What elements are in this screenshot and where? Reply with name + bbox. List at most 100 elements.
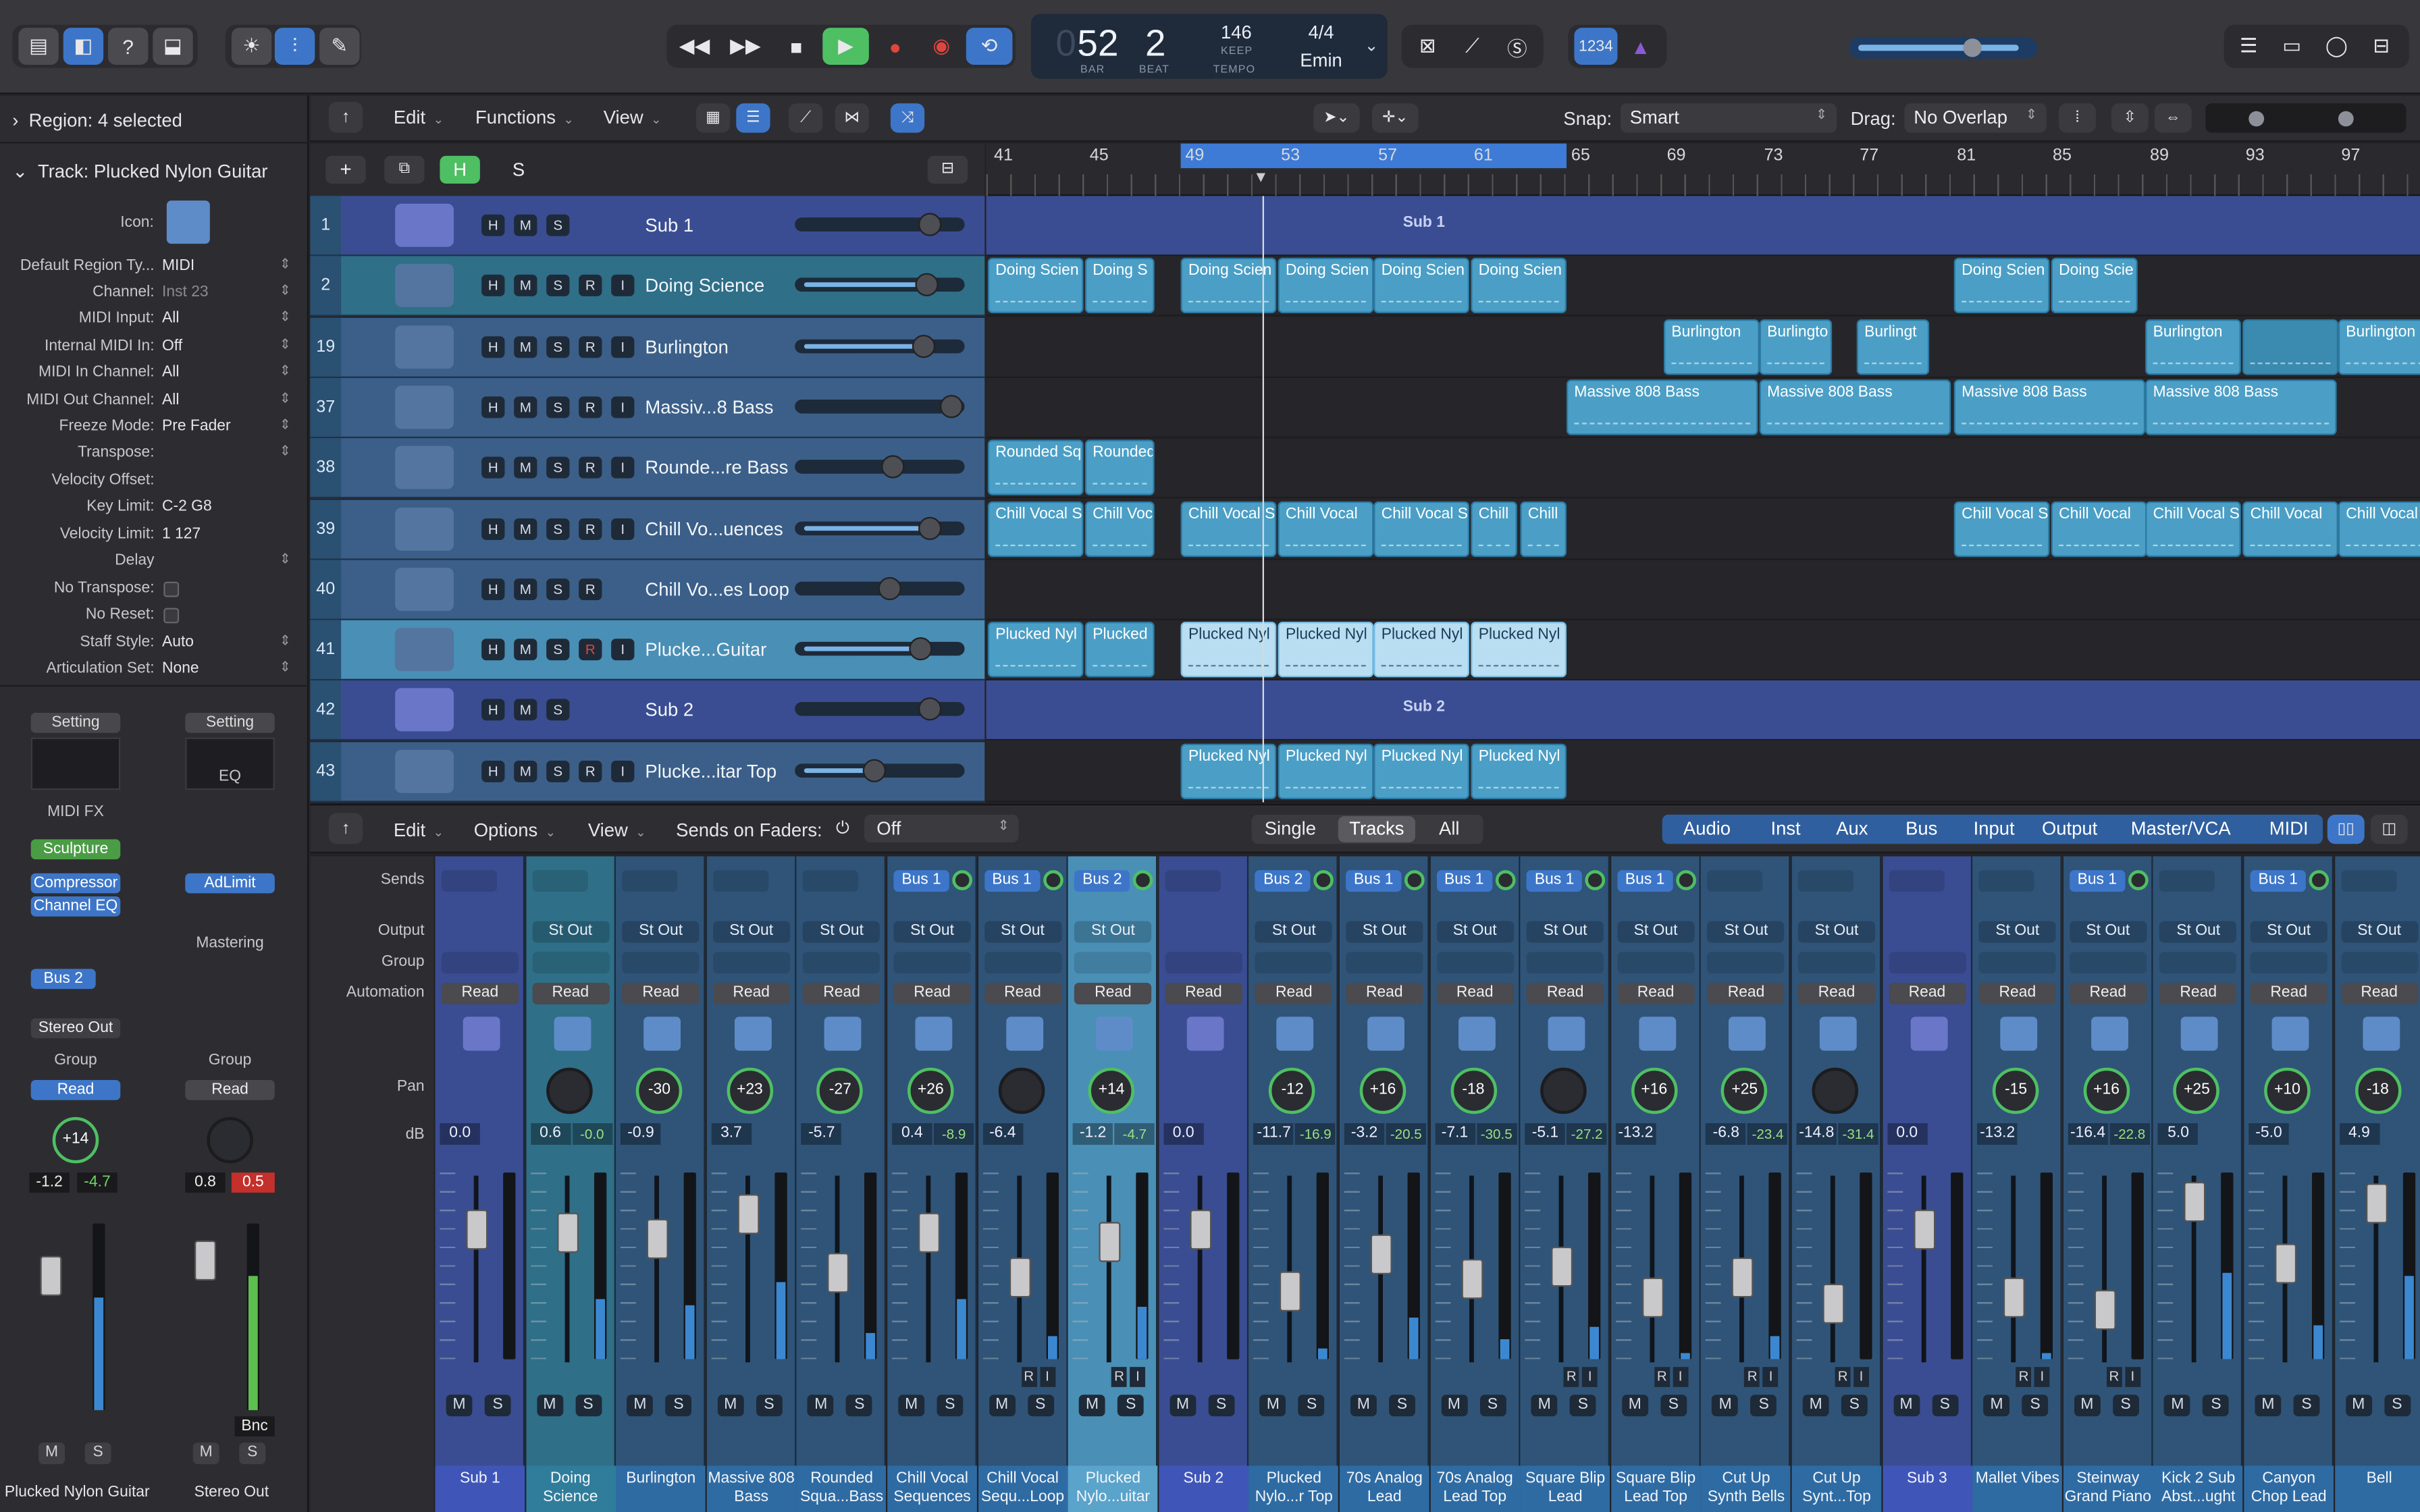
inspector-row-value[interactable]: 1 127 (162, 526, 201, 543)
channel-name[interactable]: Sub 1 (435, 1465, 525, 1512)
send-slot[interactable]: Bus 1 (893, 870, 949, 892)
pan-knob[interactable] (546, 1067, 592, 1114)
inspector-row-value[interactable]: Off (162, 338, 182, 355)
group-slot[interactable] (1797, 952, 1876, 974)
empty-send-slot[interactable] (531, 870, 587, 892)
stepper-icon[interactable]: ⇕ (280, 416, 291, 433)
automation-read-button[interactable]: Read (441, 983, 519, 1005)
track-lane[interactable]: Plucked Nyl Plucked Plucked Nyl Plucked Nyl… (986, 620, 2420, 681)
send-level-knob[interactable] (952, 870, 973, 890)
mute-icon[interactable]: ⊠ (1408, 28, 1448, 65)
solo-button[interactable]: S (2022, 1395, 2049, 1417)
track-r-button[interactable]: R (579, 578, 602, 600)
region[interactable]: Chill Vocal S (1953, 500, 2050, 557)
input-monitor-button[interactable]: I (1763, 1367, 1779, 1387)
group-label-master[interactable]: Group (185, 1052, 275, 1069)
list-editors-icon[interactable]: ☰ (2229, 28, 2269, 65)
group-slot[interactable] (1255, 952, 1333, 974)
send-level-knob[interactable] (1675, 870, 1696, 890)
cycle-range[interactable] (1180, 143, 1567, 169)
mute-button[interactable]: M (808, 1395, 835, 1417)
track-h-button[interactable]: H (481, 578, 505, 600)
plugin-compressor[interactable]: Compressor (30, 873, 121, 894)
group-slot[interactable] (803, 952, 880, 974)
automation-read-button[interactable]: Read (803, 983, 880, 1005)
region[interactable]: Chill Voc (1084, 500, 1155, 557)
channel-name[interactable]: Kick 2 Sub Abst...ught (2153, 1465, 2244, 1512)
send-level-knob[interactable] (2128, 870, 2149, 890)
inspector-row-value[interactable]: C-2 G8 (162, 498, 212, 515)
pan-knob-master[interactable] (207, 1116, 253, 1164)
mute-button[interactable]: M (717, 1395, 744, 1417)
edit-menu[interactable]: Edit ⌄ (394, 107, 444, 128)
mute-button[interactable]: M (1260, 1395, 1286, 1417)
group-slot[interactable] (1616, 952, 1695, 974)
grid-view-icon[interactable]: ▦ (695, 103, 731, 133)
solo-button[interactable]: S (665, 1395, 692, 1417)
track-s-button[interactable]: S (546, 214, 570, 236)
channel-name[interactable]: Sub 3 (1882, 1465, 1972, 1512)
channel-name[interactable]: Chill Vocal Sequences (887, 1465, 977, 1512)
track-lane[interactable]: Burlington Burlingto Burlingt Burlington Bur… (986, 317, 2420, 378)
volume-readout[interactable]: 4.9 (2339, 1123, 2379, 1145)
power-icon[interactable]: ⏻ (828, 815, 856, 842)
automation-read-button[interactable]: Read (1255, 983, 1333, 1005)
volume-readout[interactable]: -6.4 (982, 1123, 1023, 1145)
instrument-icon[interactable] (1548, 1017, 1585, 1051)
send-slot[interactable]: Bus 1 (1616, 870, 1673, 892)
lcd-menu-icon[interactable]: ⌄ (1365, 36, 1379, 55)
region[interactable]: Doing Scien (1471, 258, 1567, 314)
inspector-row[interactable]: Transpose: ⇕ (0, 441, 309, 468)
back-arrow-icon[interactable]: ↑ (328, 101, 363, 133)
inspector-row[interactable]: No Reset: (0, 603, 309, 630)
send-level-knob[interactable] (2309, 870, 2330, 890)
output-slot[interactable]: St Out (893, 921, 971, 943)
track-i-button[interactable]: I (611, 639, 635, 661)
fader-track[interactable] (1920, 1175, 1926, 1363)
inspector-row[interactable]: Velocity Offset: (0, 469, 309, 495)
instrument-icon[interactable] (2090, 1017, 2128, 1051)
volume-fader[interactable] (1370, 1234, 1392, 1275)
setting-button-master[interactable]: Setting (185, 713, 275, 733)
channel-name[interactable]: Chill Vocal Sequ...Loop (978, 1465, 1068, 1512)
automation-read-button[interactable]: Read (1074, 983, 1152, 1005)
region[interactable]: Doing Scien (1953, 258, 2050, 314)
track-s-button[interactable]: S (546, 275, 570, 297)
volume-knob[interactable] (918, 516, 942, 539)
region[interactable]: Plucked Nyl (1373, 622, 1469, 678)
automation-read-button[interactable]: Read (1797, 983, 1876, 1005)
plugin-adlimit[interactable]: AdLimit (185, 873, 275, 894)
track-volume-slider[interactable] (795, 455, 965, 479)
mute-button[interactable]: M (446, 1395, 473, 1417)
track-h-button[interactable]: H (481, 275, 505, 297)
pan-knob[interactable]: -18 (2355, 1067, 2401, 1114)
solo-button[interactable]: S (937, 1395, 964, 1417)
track-s-button[interactable]: S (546, 396, 570, 418)
track-m-button[interactable]: M (514, 214, 537, 236)
track-header-row[interactable]: 2 H M S R I Doing Science (310, 256, 985, 317)
empty-send-slot[interactable] (1888, 870, 1945, 892)
volume-readout[interactable]: -5.0 (2248, 1123, 2289, 1145)
region[interactable]: Doing S (1084, 258, 1155, 314)
automation-read-button[interactable]: Read (2340, 983, 2418, 1005)
track-m-button[interactable]: M (514, 396, 537, 418)
track-header-row[interactable]: 40 H M S R Chill Vo...es Loop (310, 560, 985, 620)
empty-send-slot[interactable] (2159, 870, 2215, 892)
output-slot[interactable]: St Out (1616, 921, 1695, 943)
output-slot[interactable]: St Out (984, 921, 1061, 943)
instrument-icon[interactable] (1458, 1017, 1495, 1051)
volume-fader[interactable] (2003, 1277, 2026, 1318)
inspector-row[interactable]: Articulation Set: None ⇕ (0, 657, 309, 684)
output-slot[interactable]: St Out (1346, 921, 1423, 943)
instrument-icon[interactable] (395, 446, 454, 490)
volume-knob[interactable] (918, 698, 942, 722)
track-header-row[interactable]: 1 H M S Sub 1 (310, 196, 985, 256)
pan-knob[interactable] (1540, 1067, 1587, 1114)
send-slot[interactable]: Bus 1 (1527, 870, 1583, 892)
inspector-row-value[interactable]: Auto (162, 634, 194, 651)
output-slot[interactable]: St Out (531, 921, 609, 943)
secondary-tool-icon[interactable]: ✛⌄ (1372, 103, 1419, 133)
group-slot[interactable] (2159, 952, 2237, 974)
track-r-button[interactable]: R (579, 639, 602, 661)
add-track-button[interactable]: + (325, 155, 366, 184)
